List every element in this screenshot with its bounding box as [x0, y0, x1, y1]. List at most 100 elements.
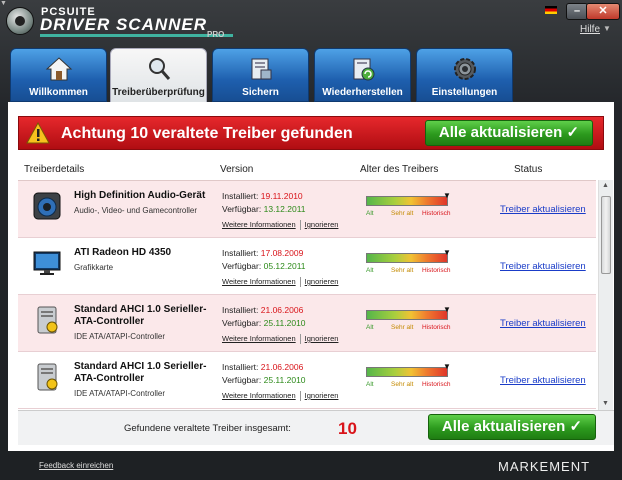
monitor-icon: [33, 251, 61, 275]
installed-version: Installiert: 21.06.2006: [222, 362, 304, 372]
drive-icon: [37, 363, 58, 391]
total-outdated-count: 10: [338, 419, 357, 438]
app-window: PCSUITE DRIVER SCANNER PRO ▼ – ✕ Hilfe ▼…: [0, 0, 622, 480]
outdated-alert-banner: Achtung 10 veraltete Treiber gefunden Al…: [18, 116, 604, 150]
available-version: Verfügbar: 13.12.2011: [222, 204, 306, 214]
tab-willkommen[interactable]: Willkommen: [10, 48, 107, 102]
tab-wiederherstellen[interactable]: Wiederherstellen: [314, 48, 411, 102]
logo-edition: PRO: [207, 30, 225, 39]
driver-category: IDE ATA/ATAPI-Controller: [74, 332, 165, 341]
table-header: Treiberdetails Version Alter des Treiber…: [18, 160, 606, 180]
available-version: Verfügbar: 25.11.2010: [222, 318, 306, 328]
driver-category: IDE ATA/ATAPI-Controller: [74, 389, 165, 398]
driver-name: ATI Radeon HD 4350: [74, 247, 172, 258]
magnifier-icon: [149, 58, 171, 80]
row-links: Weitere Informationen Ignorieren: [222, 334, 339, 345]
tab-einstellungen[interactable]: Einstellungen: [416, 48, 513, 102]
age-label-old: Alt: [366, 210, 374, 217]
feedback-link[interactable]: Feedback einreichen: [39, 461, 113, 470]
ignore-link[interactable]: Ignorieren: [305, 334, 339, 343]
age-label-old: Alt: [366, 267, 374, 274]
more-info-link[interactable]: Weitere Informationen: [222, 277, 296, 286]
driver-category: Grafikkarte: [74, 263, 114, 272]
age-marker-icon: ▼: [443, 248, 451, 257]
update-driver-link[interactable]: Treiber aktualisieren: [500, 375, 586, 386]
total-outdated-label: Gefundene veraltete Treiber insgesamt:: [124, 423, 291, 434]
table-row: Standard AHCI 1.0 Serieller-ATA-Controll…: [18, 352, 596, 409]
help-menu[interactable]: Hilfe: [580, 24, 600, 35]
drive-icon: [37, 306, 58, 334]
available-version: Verfügbar: 05.12.2011: [222, 261, 306, 271]
backup-icon: [251, 58, 272, 80]
settings-icon: [454, 58, 476, 80]
driver-category: Audio-, Video- und Gamecontroller: [74, 206, 198, 215]
header-status: Status: [514, 164, 543, 175]
ignore-link[interactable]: Ignorieren: [305, 220, 339, 229]
age-meter: [366, 310, 448, 320]
update-driver-link[interactable]: Treiber aktualisieren: [500, 318, 586, 329]
speaker-icon: [33, 192, 61, 220]
footer: Feedback einreichen MARKEMENT: [0, 451, 622, 480]
row-links: Weitere Informationen Ignorieren: [222, 220, 339, 231]
update-all-button-bottom[interactable]: Alle aktualisieren ✓: [428, 414, 596, 440]
age-marker-icon: ▼: [443, 362, 451, 371]
driver-name: Standard AHCI 1.0 Serieller-ATA-Controll…: [74, 304, 207, 327]
brand-logo: MARKEMENT: [498, 459, 591, 474]
more-info-link[interactable]: Weitere Informationen: [222, 220, 296, 229]
tab-treiberueberpruefung[interactable]: Treiberüberprüfung: [110, 48, 207, 104]
driver-list-scrollbar[interactable]: ▲ ▼: [598, 180, 613, 410]
scroll-thumb[interactable]: [601, 196, 611, 274]
summary-bar: Gefundene veraltete Treiber insgesamt: 1…: [18, 410, 614, 445]
age-label-historic: Historisch: [422, 381, 451, 388]
age-label-old: Alt: [366, 381, 374, 388]
table-row: ATI Radeon HD 4350 Grafikkarte Installie…: [18, 238, 596, 295]
ignore-link[interactable]: Ignorieren: [305, 391, 339, 400]
age-marker-icon: ▼: [443, 191, 451, 200]
update-driver-link[interactable]: Treiber aktualisieren: [500, 204, 586, 215]
table-row: High Definition Audio-Gerät Audio-, Vide…: [18, 181, 596, 238]
warning-icon: [26, 122, 50, 144]
alert-message: Achtung 10 veraltete Treiber gefunden: [61, 125, 353, 142]
age-meter: [366, 196, 448, 206]
minimize-button[interactable]: –: [566, 3, 588, 20]
logo-underline: [40, 34, 233, 37]
scroll-up-icon[interactable]: ▲: [602, 182, 609, 189]
age-label-very-old: Sehr alt: [391, 210, 414, 217]
table-row: Standard AHCI 1.0 Serieller-ATA-Controll…: [18, 295, 596, 352]
age-label-historic: Historisch: [422, 210, 451, 217]
driver-name: High Definition Audio-Gerät: [74, 190, 206, 201]
home-icon: [45, 57, 73, 81]
logo-badge-icon: [6, 7, 34, 35]
installed-version: Installiert: 19.11.2010: [222, 191, 303, 201]
german-flag-icon[interactable]: [545, 6, 557, 14]
age-marker-icon: ▼: [443, 305, 451, 314]
age-label-very-old: Sehr alt: [391, 381, 414, 388]
close-button[interactable]: ✕: [586, 3, 620, 20]
more-info-link[interactable]: Weitere Informationen: [222, 334, 296, 343]
restore-icon: [353, 58, 375, 81]
driver-name: Standard AHCI 1.0 Serieller-ATA-Controll…: [74, 361, 207, 384]
age-label-historic: Historisch: [422, 324, 451, 331]
update-all-button-top[interactable]: Alle aktualisieren ✓: [425, 120, 593, 146]
tab-sichern[interactable]: Sichern: [212, 48, 309, 102]
header-driver-age: Alter des Treibers: [360, 164, 439, 175]
age-label-old: Alt: [366, 324, 374, 331]
age-label-historic: Historisch: [422, 267, 451, 274]
age-meter: [366, 367, 448, 377]
driver-list[interactable]: High Definition Audio-Gerät Audio-, Vide…: [18, 180, 596, 411]
installed-version: Installiert: 21.06.2006: [222, 305, 304, 315]
ignore-link[interactable]: Ignorieren: [305, 277, 339, 286]
installed-version: Installiert: 17.08.2009: [222, 248, 304, 258]
age-meter: [366, 253, 448, 263]
update-driver-link[interactable]: Treiber aktualisieren: [500, 261, 586, 272]
more-info-link[interactable]: Weitere Informationen: [222, 391, 296, 400]
age-label-very-old: Sehr alt: [391, 267, 414, 274]
header-version: Version: [220, 164, 254, 175]
header-driver-details: Treiberdetails: [24, 164, 85, 175]
logo-title: DRIVER SCANNER: [40, 15, 208, 34]
help-dropdown-icon[interactable]: ▼: [603, 24, 611, 33]
scan-results-panel: Achtung 10 veraltete Treiber gefunden Al…: [8, 102, 614, 451]
row-links: Weitere Informationen Ignorieren: [222, 391, 339, 402]
row-links: Weitere Informationen Ignorieren: [222, 277, 339, 288]
scroll-down-icon[interactable]: ▼: [602, 400, 609, 407]
